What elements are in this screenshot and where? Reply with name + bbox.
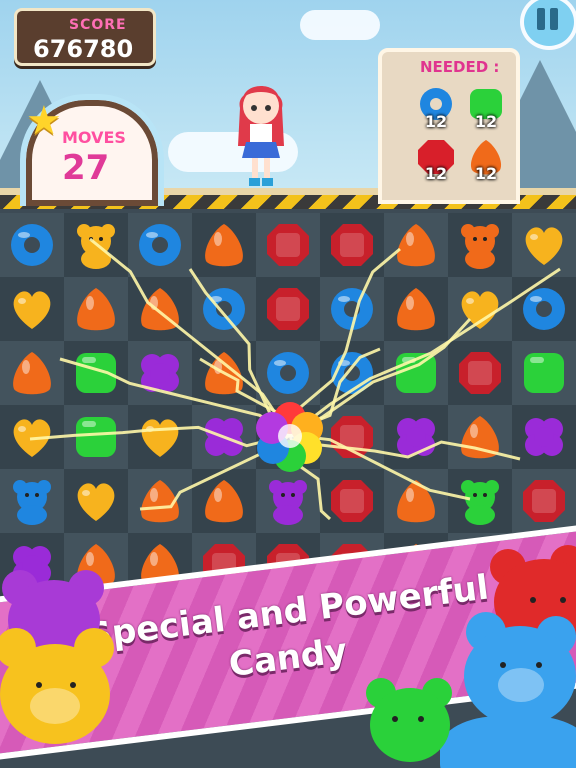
girl-character <box>238 86 284 186</box>
star-icon: ★ <box>26 98 62 144</box>
pause-icon <box>550 8 558 30</box>
needed-count: 12 <box>474 164 498 183</box>
game-screen: SCORE 676780 ★ MOVES 27 NEEDED : 12 12 1… <box>0 0 576 768</box>
needed-green-square: 12 <box>464 84 508 131</box>
needed-count: 12 <box>424 112 448 131</box>
needed-count: 12 <box>474 112 498 131</box>
score-panel: SCORE 676780 <box>14 8 156 66</box>
needed-title: NEEDED : <box>420 58 500 76</box>
needed-count: 12 <box>424 164 448 183</box>
score-label: SCORE <box>69 17 127 33</box>
moves-value: 27 <box>62 148 110 188</box>
rainbow-special-candy[interactable] <box>248 394 332 478</box>
pause-button[interactable] <box>520 0 576 50</box>
needed-blue-donut: 12 <box>414 84 458 131</box>
needed-orange-drop: 12 <box>464 136 508 183</box>
needed-panel: NEEDED : 12 12 12 12 <box>378 48 520 204</box>
moves-label: MOVES <box>62 128 126 147</box>
lightning-effect <box>29 237 561 521</box>
needed-red-octagon: 12 <box>414 136 458 183</box>
score-value: 676780 <box>33 35 134 63</box>
pause-icon <box>537 8 545 30</box>
cloud <box>300 10 380 40</box>
